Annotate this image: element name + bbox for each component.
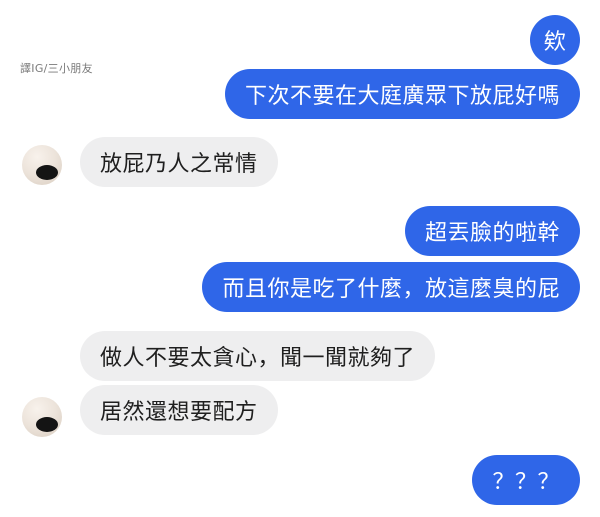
message-bubble-outgoing[interactable]: 而且你是吃了什麼，放這麼臭的屁 — [202, 262, 580, 312]
watermark-credit: 譯IG/三小朋友 — [20, 62, 93, 75]
avatar-photo-detail — [36, 417, 58, 432]
message-bubble-outgoing[interactable]: 欸 — [530, 15, 580, 65]
message-bubble-incoming[interactable]: 居然還想要配方 — [80, 385, 278, 435]
message-bubble-outgoing[interactable]: ？？？ — [472, 455, 580, 505]
message-bubble-outgoing[interactable]: 超丟臉的啦幹 — [404, 206, 580, 256]
message-bubble-incoming[interactable]: 放屁乃人之常情 — [80, 137, 278, 187]
message-bubble-outgoing[interactable]: 下次不要在大庭廣眾下放屁好嗎 — [224, 69, 580, 119]
contact-avatar[interactable] — [22, 397, 62, 437]
contact-avatar[interactable] — [22, 145, 62, 185]
message-bubble-incoming[interactable]: 做人不要太貪心，聞一聞就夠了 — [80, 331, 436, 381]
avatar-photo-detail — [36, 165, 58, 180]
